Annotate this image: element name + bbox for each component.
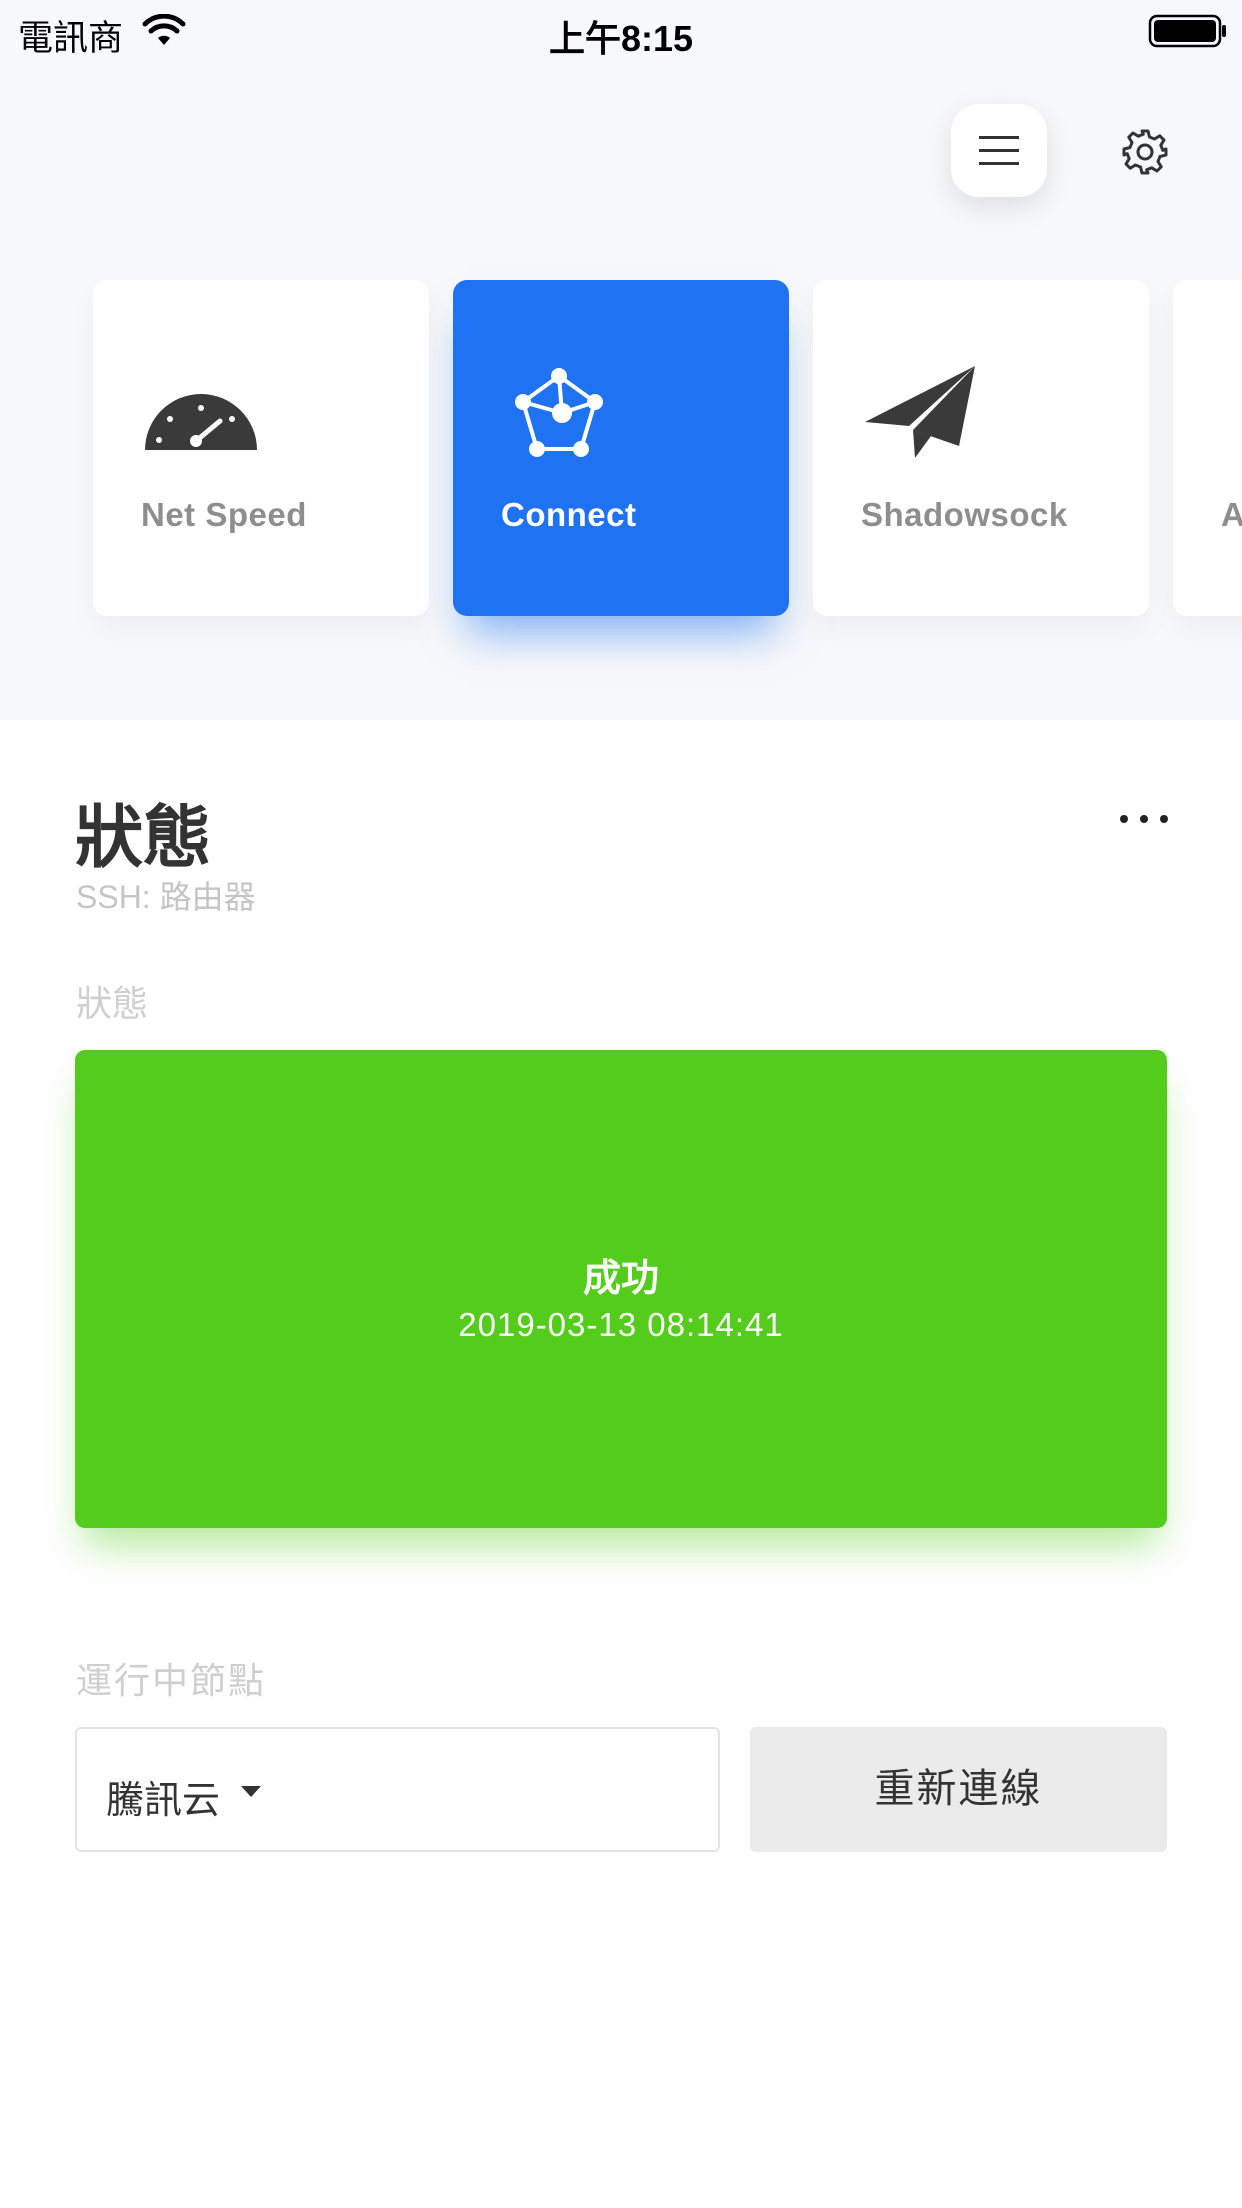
network-pentagon-icon bbox=[515, 368, 603, 457]
partial-icon bbox=[1221, 362, 1242, 472]
app-screen: 電訊商 上午8:15 Net Speed Connect Shadowsock … bbox=[0, 0, 1242, 2208]
status-card: 成功 2019-03-13 08:14:41 bbox=[75, 1050, 1167, 1528]
net-speed-card[interactable]: Net Speed bbox=[93, 280, 429, 616]
header-area: 電訊商 上午8:15 Net Speed Connect Shadowsock … bbox=[0, 0, 1242, 720]
speedometer-icon bbox=[145, 394, 257, 450]
status-bar: 電訊商 上午8:15 bbox=[0, 0, 1242, 62]
card-label: Connect bbox=[501, 496, 637, 533]
card-label: A bbox=[1221, 496, 1242, 533]
battery-icon bbox=[1148, 14, 1226, 48]
more-dot-icon bbox=[1120, 815, 1128, 823]
menu-button[interactable] bbox=[951, 104, 1047, 197]
status-result: 成功 bbox=[582, 1258, 659, 1300]
settings-button[interactable] bbox=[1118, 125, 1172, 179]
paper-plane-icon bbox=[865, 366, 975, 458]
page-title: 狀態 bbox=[75, 800, 212, 876]
main-content: 狀態 SSH: 路由器 狀態 成功 2019-03-13 08:14:41 運行… bbox=[0, 720, 1242, 2208]
partial-card[interactable]: A bbox=[1173, 280, 1242, 616]
more-dot-icon bbox=[1140, 815, 1148, 823]
page-subtitle: SSH: 路由器 bbox=[76, 879, 256, 915]
node-section-label: 運行中節點 bbox=[76, 1660, 267, 1701]
more-options-button[interactable] bbox=[1120, 812, 1168, 826]
caret-down-icon bbox=[241, 1786, 261, 1797]
gear-icon bbox=[1122, 129, 1168, 175]
shadowsock-card[interactable]: Shadowsock bbox=[813, 280, 1149, 616]
card-label: Shadowsock bbox=[861, 496, 1068, 533]
card-label: Net Speed bbox=[141, 496, 307, 533]
more-dot-icon bbox=[1160, 815, 1168, 823]
node-select-value: 騰訊云 bbox=[106, 1780, 221, 1822]
status-timestamp: 2019-03-13 08:14:41 bbox=[458, 1306, 784, 1343]
node-select[interactable]: 騰訊云 bbox=[75, 1727, 720, 1852]
reconnect-button[interactable]: 重新連線 bbox=[750, 1727, 1167, 1852]
connect-card[interactable]: Connect bbox=[453, 280, 789, 616]
status-section-label: 狀態 bbox=[76, 983, 149, 1024]
status-time: 上午8:15 bbox=[548, 18, 694, 59]
feature-cards: Net Speed Connect Shadowsock A bbox=[0, 280, 1242, 720]
hamburger-menu-icon bbox=[979, 135, 1019, 165]
